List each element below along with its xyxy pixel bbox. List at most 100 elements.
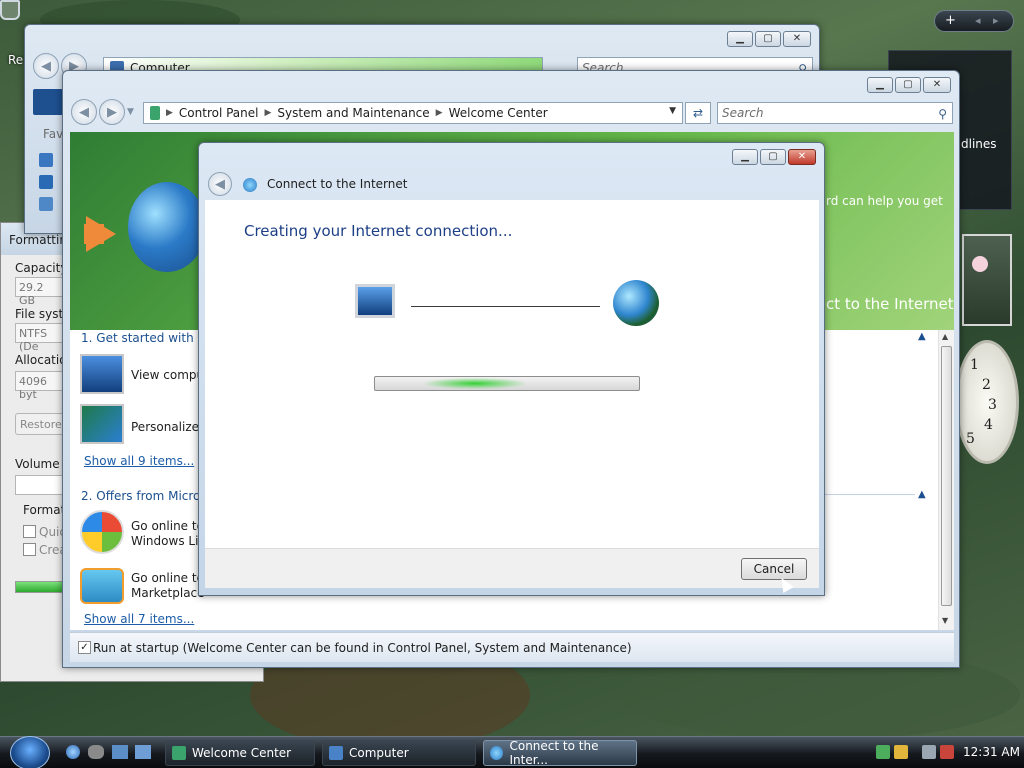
taskbar: Welcome Center Computer Connect to the I… <box>0 736 1024 768</box>
welcome-search-placeholder: Search <box>722 106 764 120</box>
maximize-icon[interactable]: ▢ <box>760 149 786 165</box>
back-icon[interactable]: ◀ <box>33 53 59 79</box>
volume-label-input[interactable] <box>15 475 65 495</box>
section-divider <box>825 494 915 495</box>
slideshow-gadget[interactable] <box>962 234 1012 326</box>
clock-numeral: 1 <box>970 357 979 373</box>
breadcrumb-separator-icon: ▶ <box>166 108 173 118</box>
clock-numeral: 4 <box>984 417 993 433</box>
scroll-thumb[interactable] <box>941 346 952 606</box>
taskbar-button-label: Welcome Center <box>192 746 292 760</box>
offer-label[interactable]: Marketplace <box>131 586 205 600</box>
power-tray-icon[interactable] <box>940 745 954 759</box>
forward-icon[interactable]: ▶ <box>99 99 125 125</box>
prev-gadget-icon[interactable]: ◂ <box>975 14 981 27</box>
clock-gadget[interactable]: 2 3 4 5 1 <box>955 340 1019 464</box>
address-dropdown-icon[interactable]: ▼ <box>669 106 676 116</box>
collapse-icon[interactable]: ▲ <box>918 489 926 500</box>
scrollbar[interactable]: ▲ ▼ <box>938 330 954 630</box>
organize-icon[interactable] <box>33 89 63 115</box>
clock-numeral: 5 <box>966 431 975 447</box>
media-player-icon[interactable] <box>88 745 104 759</box>
start-button[interactable] <box>10 736 50 768</box>
welcome-address-bar[interactable]: ▶ Control Panel ▶ System and Maintenance… <box>143 102 683 124</box>
back-icon[interactable]: ◀ <box>208 172 232 196</box>
dialog-heading: Creating your Internet connection... <box>244 222 513 240</box>
show-all-link[interactable]: Show all 9 items... <box>84 454 194 468</box>
refresh-icon[interactable]: ⇄ <box>685 102 711 124</box>
minimize-icon[interactable]: ▁ <box>732 149 758 165</box>
taskbar-button[interactable]: Welcome Center <box>165 740 315 766</box>
globe-icon <box>613 280 659 326</box>
breadcrumb-item[interactable]: System and Maintenance <box>277 106 429 120</box>
computer-caption-buttons: ▁ ▢ ✕ <box>727 31 811 47</box>
dialog-body: Creating your Internet connection... <box>205 200 819 548</box>
switch-windows-icon[interactable] <box>135 745 151 759</box>
quick-format-checkbox[interactable] <box>23 525 36 538</box>
pictures-icon[interactable] <box>39 175 53 189</box>
windows-live-icon[interactable] <box>80 510 124 554</box>
scroll-down-icon[interactable]: ▼ <box>942 616 948 625</box>
welcome-search-input[interactable]: Search ⚲ <box>717 102 953 124</box>
close-icon[interactable]: ✕ <box>788 149 816 165</box>
collapse-icon[interactable]: ▲ <box>918 331 926 342</box>
run-at-startup-checkbox[interactable]: ✓ <box>78 641 91 654</box>
system-clock[interactable]: 12:31 AM <box>963 745 1020 759</box>
security-tray-icon[interactable] <box>894 745 908 759</box>
taskbar-button[interactable]: Connect to the Inter... <box>483 739 637 767</box>
breadcrumb-item[interactable]: Welcome Center <box>449 106 548 120</box>
back-icon[interactable]: ◀ <box>71 99 97 125</box>
network-tray-icon[interactable] <box>876 745 890 759</box>
internet-explorer-icon[interactable] <box>66 745 80 759</box>
control-panel-icon <box>150 106 160 120</box>
computer-icon <box>329 746 343 760</box>
connection-line <box>411 306 600 307</box>
minimize-icon[interactable]: ▁ <box>727 31 753 47</box>
welcome-caption-buttons: ▁ ▢ ✕ <box>867 77 951 93</box>
capacity-select[interactable]: 29.2 GB <box>15 277 65 307</box>
allocation-select[interactable]: 4096 byt <box>15 371 65 401</box>
recycle-bin-label: Re <box>8 53 24 67</box>
feed-headlines-label: dlines <box>961 137 997 151</box>
recycle-bin-icon[interactable] <box>0 0 20 20</box>
marketplace-icon[interactable] <box>80 568 124 604</box>
flower-image <box>972 256 988 272</box>
offer-label[interactable]: Go online to <box>131 571 204 585</box>
documents-icon[interactable] <box>39 153 53 167</box>
search-icon[interactable]: ⚲ <box>938 104 947 124</box>
minimize-icon[interactable]: ▁ <box>867 77 893 93</box>
next-gadget-icon[interactable]: ▸ <box>993 14 999 27</box>
filesystem-select[interactable]: NTFS (De <box>15 323 65 353</box>
section-title[interactable]: 2. Offers from Microso <box>81 489 214 503</box>
computer-icon <box>355 284 395 318</box>
arrow-shaft <box>84 224 104 244</box>
show-all-link[interactable]: Show all 7 items... <box>84 612 194 626</box>
scroll-up-icon[interactable]: ▲ <box>942 332 948 341</box>
computer-icon[interactable] <box>80 354 124 394</box>
personalize-icon[interactable] <box>80 404 124 444</box>
add-gadget-icon[interactable]: + <box>945 13 956 28</box>
banner-connect-title[interactable]: ct to the Internet <box>826 295 954 313</box>
dialog-caption-buttons: ▁ ▢ ✕ <box>732 149 816 165</box>
breadcrumb-item[interactable]: Control Panel <box>179 106 259 120</box>
run-at-startup-label: Run at startup (Welcome Center can be fo… <box>93 641 632 655</box>
welcome-center-icon <box>172 746 186 760</box>
restore-defaults-button[interactable]: Restore <box>15 413 65 435</box>
clock-numeral: 2 <box>982 377 991 393</box>
maximize-icon[interactable]: ▢ <box>755 31 781 47</box>
music-icon[interactable] <box>39 197 53 211</box>
cancel-button[interactable]: Cancel <box>741 558 807 580</box>
close-icon[interactable]: ✕ <box>923 77 951 93</box>
welcome-footer: ✓ Run at startup (Welcome Center can be … <box>70 632 954 662</box>
taskbar-button[interactable]: Computer <box>322 740 476 766</box>
create-disk-checkbox[interactable] <box>23 543 36 556</box>
volume-tray-icon[interactable] <box>922 745 936 759</box>
taskbar-button-label: Connect to the Inter... <box>509 739 599 767</box>
maximize-icon[interactable]: ▢ <box>895 77 921 93</box>
recent-pages-icon[interactable]: ▼ <box>127 107 134 125</box>
offer-label[interactable]: Go online to <box>131 519 204 533</box>
close-icon[interactable]: ✕ <box>783 31 811 47</box>
format-title: Formattin <box>9 233 67 247</box>
offer-label[interactable]: Windows Liv <box>131 534 206 548</box>
show-desktop-icon[interactable] <box>112 745 128 759</box>
